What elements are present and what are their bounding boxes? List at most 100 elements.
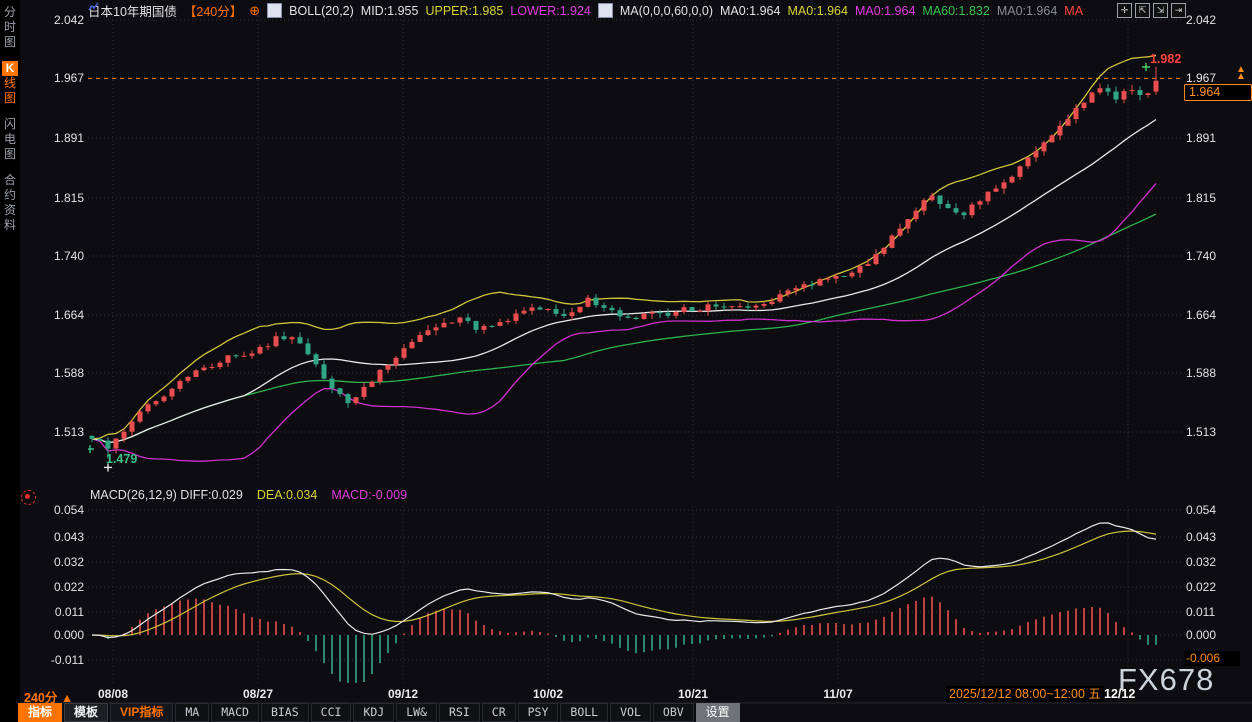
chart-header: 日本10年期国债【240分】 ⊕ BOLL(20,2) MID:1.955 UPPER:… [88, 2, 1083, 19]
price-axis-label-left: 1.891 [30, 131, 84, 145]
current-day-label: 12/12 [1104, 687, 1135, 701]
price-axis-label-right: 1.891 [1186, 131, 1216, 145]
toolbar-button-VOL[interactable]: VOL [610, 703, 651, 722]
header-readout: MA60:1.832 [922, 4, 989, 18]
macd-axis-label-left: -0.011 [30, 653, 84, 667]
toolbar-button-RSI[interactable]: RSI [439, 703, 480, 722]
scroll-to-latest-button[interactable]: ▲▲ [1236, 66, 1246, 80]
header-readout: UPPER:1.985 [425, 4, 503, 18]
price-axis-label-right: 1.815 [1186, 191, 1216, 205]
tab-char: 合 [2, 173, 18, 188]
header-readout: 【240分】 [184, 1, 242, 20]
sidebar-tab-闪电图[interactable]: 闪电图 [2, 117, 18, 162]
sidebar: 分时图K线图闪电图合约资料 [0, 0, 20, 722]
tab-char: 闪 [2, 117, 18, 132]
price-axis-label-left: 1.815 [30, 191, 84, 205]
macd-axis-label-right: 0.043 [1186, 530, 1216, 544]
price-axis-label-left: 1.513 [30, 425, 84, 439]
macd-axis-label-right: 0.011 [1186, 605, 1215, 619]
header-readout: MA(0,0,0,60,0,0) [620, 4, 713, 18]
header-readout: 日本10年期国债 [88, 1, 177, 20]
scale-down-icon[interactable]: ⇲ [1153, 3, 1168, 18]
header-readout: MA0:1.964 [997, 4, 1057, 18]
macd-axis-label-left: 0.043 [30, 530, 84, 544]
header-readout: BOLL(20,2) [289, 4, 354, 18]
toolbar-button-CR[interactable]: CR [482, 703, 516, 722]
toolbar-button-PSY[interactable]: PSY [518, 703, 559, 722]
tab-char: 电 [2, 132, 18, 147]
toolbar-button-MA[interactable]: MA [175, 703, 209, 722]
macd-axis-label-right: 0.022 [1186, 580, 1216, 594]
low-price-label: 1.479 [106, 452, 137, 466]
scale-up-icon[interactable]: ⇱ [1135, 3, 1150, 18]
high-price-label: 1.982 [1150, 52, 1181, 66]
header-toolbar: ✛⇱⇲⇥ [1117, 3, 1186, 18]
header-readout: MID:1.955 [361, 4, 419, 18]
tab-char: 时 [2, 20, 18, 35]
x-axis-label: 10/02 [520, 687, 576, 701]
toolbar-button-CCI[interactable]: CCI [311, 703, 352, 722]
price-axis-label-left: 1.740 [30, 249, 84, 263]
toolbar-button-LW&[interactable]: LW& [396, 703, 437, 722]
toolbar-button-KDJ[interactable]: KDJ [353, 703, 394, 722]
toolbar-button-指标[interactable]: 指标 [18, 703, 62, 722]
tab-char: 线 [2, 76, 18, 91]
macd-diff-value: MACD(26,12,9) DIFF:0.029 [90, 488, 243, 502]
x-axis-label: 11/07 [810, 687, 866, 701]
x-axis-label: 08/08 [85, 687, 141, 701]
indicator-chart-icon [598, 3, 613, 18]
toolbar-button-BOLL[interactable]: BOLL [560, 703, 608, 722]
sidebar-tab-K线图[interactable]: K线图 [2, 61, 18, 106]
target-icon[interactable]: ⊕ [249, 3, 260, 19]
toolbar-button-BIAS[interactable]: BIAS [261, 703, 309, 722]
tab-char: 图 [2, 91, 18, 106]
header-readout: MA0:1.964 [855, 4, 915, 18]
tab-char: 分 [2, 5, 18, 20]
header-readout: LOWER:1.924 [510, 4, 591, 18]
tab-char: 料 [2, 218, 18, 233]
price-axis-label-right: 1.588 [1186, 366, 1216, 380]
macd-readout: MACD(26,12,9) DIFF:0.029 DEA:0.034 MACD:… [90, 488, 407, 502]
macd-axis-label-left: 0.032 [30, 555, 84, 569]
toolbar-button-OBV[interactable]: OBV [653, 703, 694, 722]
toolbar-button-设置[interactable]: 设置 [696, 703, 740, 722]
tab-char: K [2, 61, 18, 76]
price-axis-label-right: 1.740 [1186, 249, 1216, 263]
price-axis-label-left: 2.042 [30, 13, 84, 27]
sidebar-tab-分时图[interactable]: 分时图 [2, 5, 18, 50]
pan-icon[interactable]: ✛ [1117, 3, 1132, 18]
header-readout: MA0:1.964 [787, 4, 847, 18]
tab-char: 约 [2, 188, 18, 203]
macd-axis-label-left: 0.000 [30, 628, 84, 642]
macd-axis-label-right: 0.054 [1186, 503, 1216, 517]
chart-canvas[interactable] [0, 0, 1252, 722]
toolbar-button-模板[interactable]: 模板 [64, 703, 108, 722]
live-dot-icon [21, 490, 36, 505]
toolbar-button-MACD[interactable]: MACD [211, 703, 259, 722]
header-readout: MA [1064, 4, 1083, 18]
macd-axis-label-right: 0.032 [1186, 555, 1216, 569]
toolbar-button-VIP指标[interactable]: VIP指标 [110, 703, 173, 722]
sidebar-tab-合约资料[interactable]: 合约资料 [2, 173, 18, 233]
price-axis-label-right: 1.967 [1186, 71, 1216, 85]
indicator-toolbar: 指标模板VIP指标MAMACDBIASCCIKDJLW&RSICRPSYBOLL… [18, 703, 740, 722]
tab-char: 资 [2, 203, 18, 218]
last-price-tag: 1.964 [1184, 84, 1252, 101]
price-axis-label-left: 1.664 [30, 308, 84, 322]
header-readout: MA0:1.964 [720, 4, 780, 18]
macd-axis-label-left: 0.054 [30, 503, 84, 517]
price-axis-label-right: 1.513 [1186, 425, 1216, 439]
tab-char: 图 [2, 147, 18, 162]
macd-dea-value: DEA:0.034 [257, 488, 317, 502]
price-axis-label-right: 1.664 [1186, 308, 1216, 322]
macd-macd-value: MACD:-0.009 [331, 488, 407, 502]
price-axis-label-left: 1.588 [30, 366, 84, 380]
macd-axis-label-left: 0.011 [30, 605, 84, 619]
x-axis-label: 09/12 [375, 687, 431, 701]
price-axis-label-left: 1.967 [30, 71, 84, 85]
exit-icon[interactable]: ⇥ [1171, 3, 1186, 18]
bar-timestamp: 2025/12/12 08:00~12:00 五 [946, 686, 1104, 702]
price-axis-label-right: 2.042 [1186, 13, 1216, 27]
x-axis-label: 08/27 [230, 687, 286, 701]
x-axis-label: 10/21 [665, 687, 721, 701]
